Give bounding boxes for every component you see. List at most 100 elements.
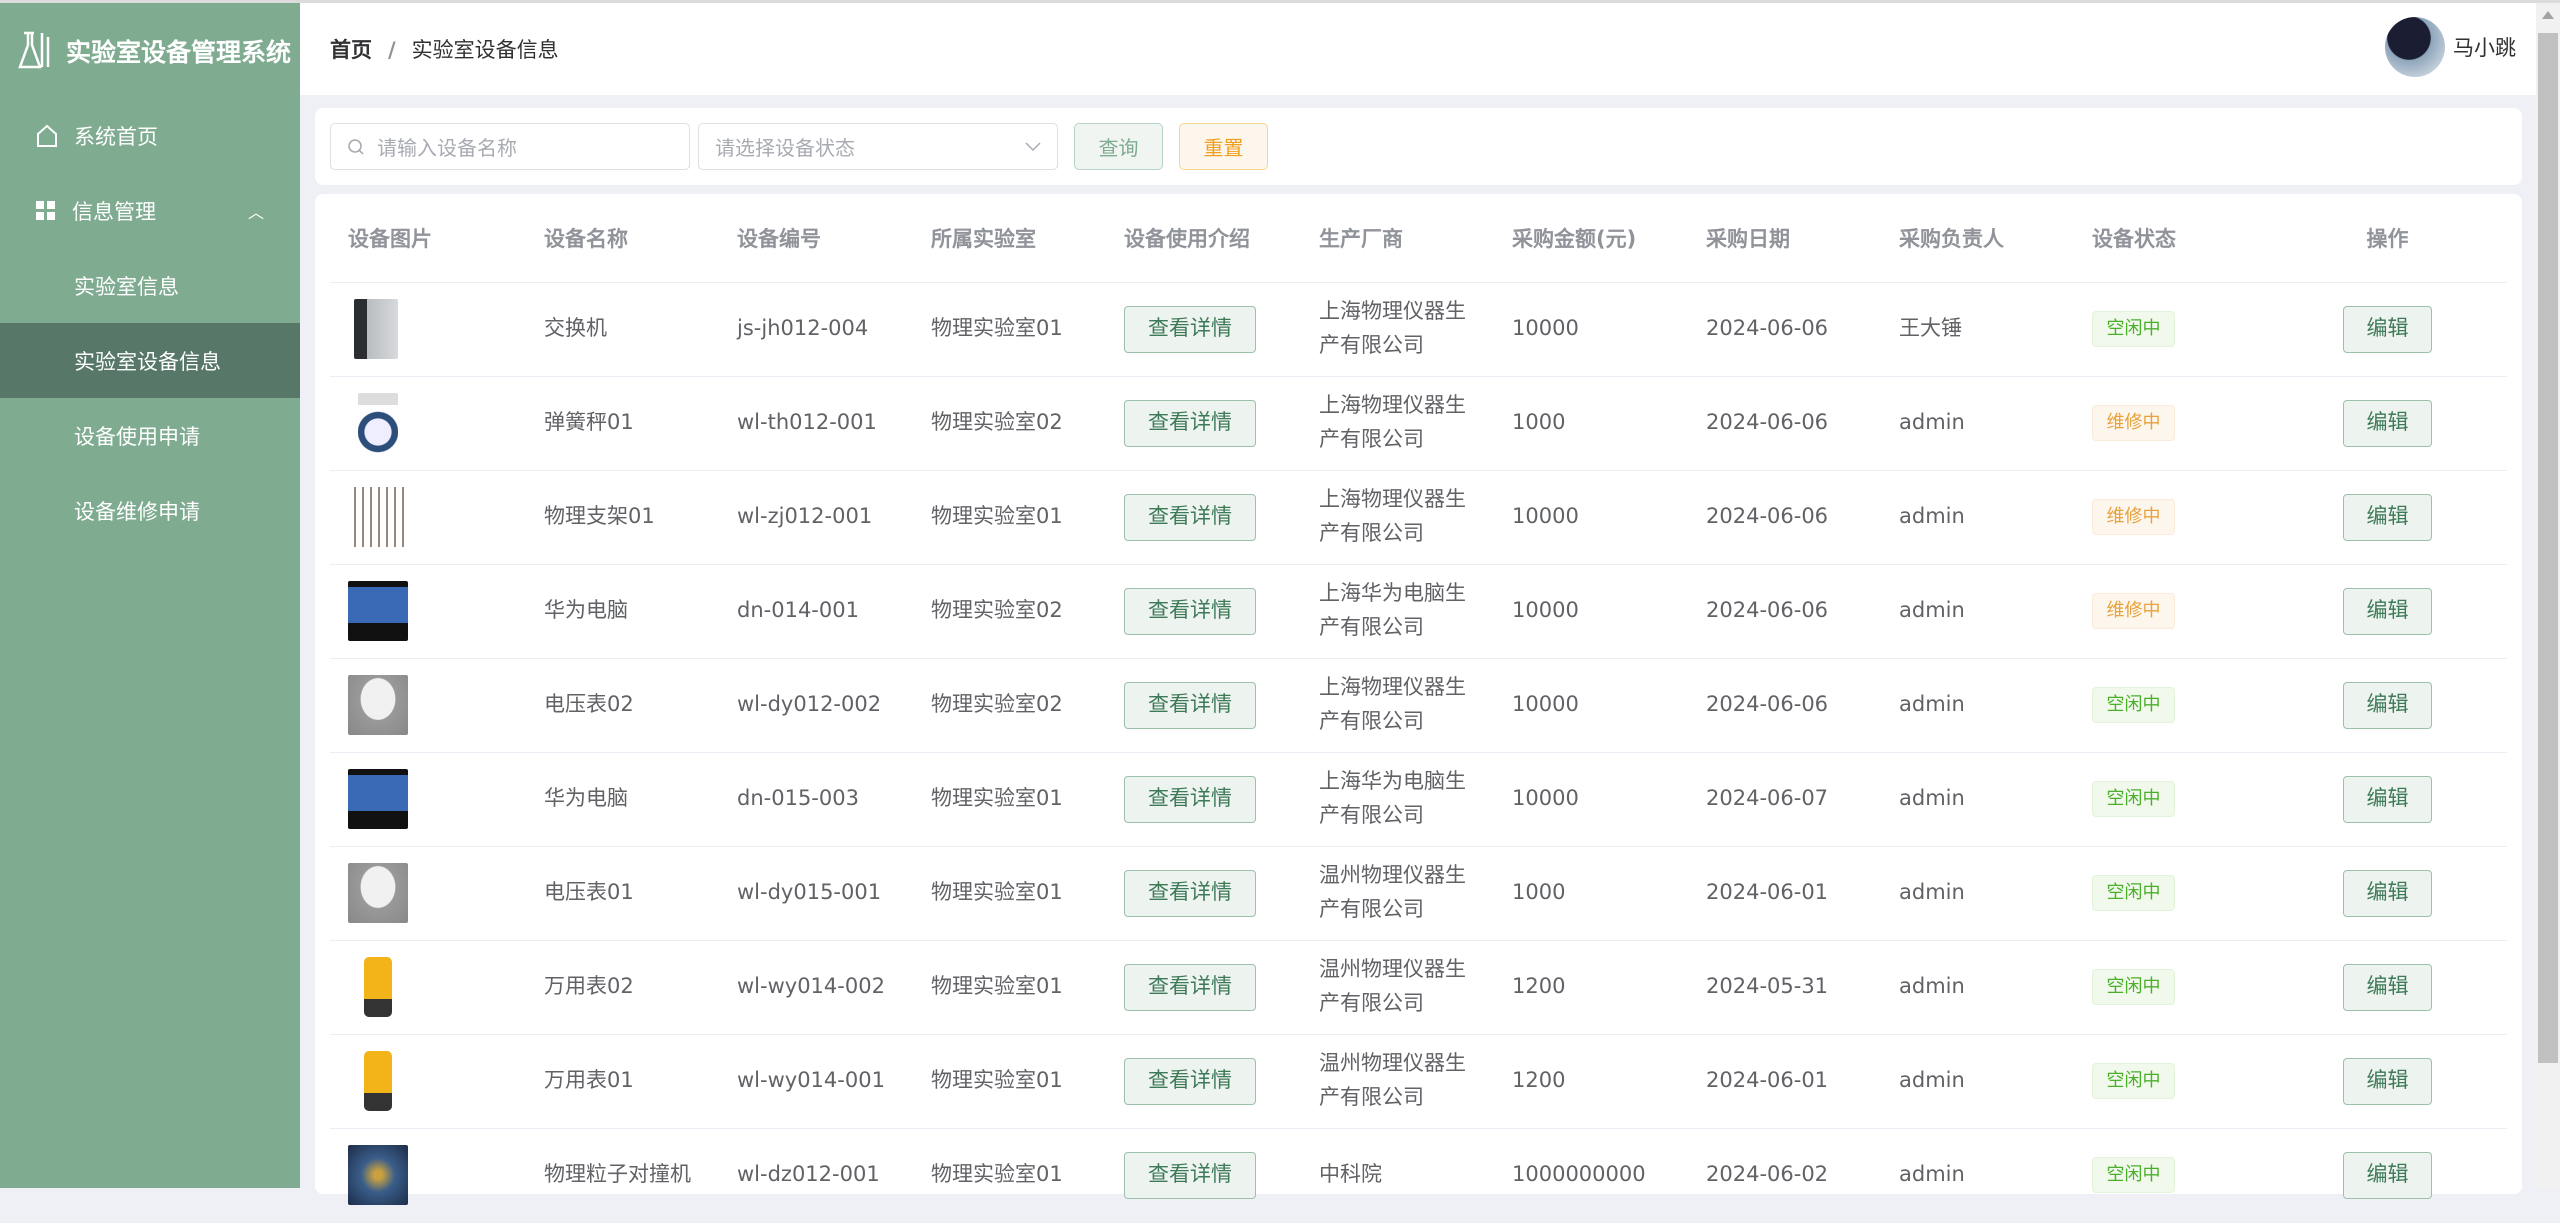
scrollbar-thumb[interactable] — [2538, 33, 2558, 1063]
edit-button[interactable]: 编辑 — [2343, 682, 2432, 729]
purchase-price: 10000 — [1494, 752, 1688, 846]
equipment-code: wl-th012-001 — [719, 376, 913, 470]
edit-button[interactable]: 编辑 — [2343, 964, 2432, 1011]
equipment-image[interactable] — [354, 299, 398, 359]
view-details-button[interactable]: 查看详情 — [1124, 682, 1256, 729]
equipment-maker: 温州物理仪器生产有限公司 — [1301, 1034, 1494, 1128]
equipment-name: 电压表02 — [526, 658, 719, 752]
equipment-image[interactable] — [348, 769, 408, 829]
sidebar-item-info-management[interactable]: 信息管理 ︿ — [0, 173, 300, 248]
table-row: 电压表01wl-dy015-001物理实验室01查看详情温州物理仪器生产有限公司… — [330, 846, 2507, 940]
view-details-button[interactable]: 查看详情 — [1124, 964, 1256, 1011]
edit-button[interactable]: 编辑 — [2343, 306, 2432, 353]
actions-cell: 编辑 — [2268, 846, 2507, 940]
top-header: 首页/实验室设备信息 马小跳 — [300, 3, 2536, 95]
view-details-button[interactable]: 查看详情 — [1124, 1152, 1256, 1199]
view-details-button[interactable]: 查看详情 — [1124, 776, 1256, 823]
sidebar-item-equipment-repair-request[interactable]: 设备维修申请 — [0, 473, 300, 548]
edit-button[interactable]: 编辑 — [2343, 400, 2432, 447]
avatar[interactable] — [2385, 17, 2445, 77]
actions-cell: 编辑 — [2268, 1128, 2507, 1222]
purchase-price: 10000 — [1494, 470, 1688, 564]
equipment-image[interactable] — [348, 487, 408, 547]
status-cell: 空闲中 — [2074, 282, 2268, 376]
usage-intro-cell: 查看详情 — [1106, 1034, 1301, 1128]
edit-button[interactable]: 编辑 — [2343, 494, 2432, 541]
column-header: 采购日期 — [1688, 194, 1881, 282]
view-details-button[interactable]: 查看详情 — [1124, 1058, 1256, 1105]
column-header: 采购金额(元) — [1494, 194, 1688, 282]
actions-cell: 编辑 — [2268, 752, 2507, 846]
status-cell: 维修中 — [2074, 564, 2268, 658]
sidebar-item-lab-equipment-info[interactable]: 实验室设备信息 — [0, 323, 300, 398]
equipment-maker: 上海华为电脑生产有限公司 — [1301, 564, 1494, 658]
equipment-image-cell — [330, 752, 526, 846]
equipment-image-cell — [330, 1034, 526, 1128]
sidebar-item-lab-info[interactable]: 实验室信息 — [0, 248, 300, 323]
equipment-name-input[interactable]: 请输入设备名称 — [330, 123, 690, 170]
equipment-code: wl-dy012-002 — [719, 658, 913, 752]
sidebar-item-label: 设备维修申请 — [74, 496, 200, 526]
equipment-status-select[interactable]: 请选择设备状态 — [698, 123, 1058, 170]
view-details-button[interactable]: 查看详情 — [1124, 494, 1256, 541]
sidebar-item-home[interactable]: 系统首页 — [0, 98, 300, 173]
equipment-image[interactable] — [348, 581, 408, 641]
equipment-lab: 物理实验室01 — [913, 1034, 1106, 1128]
equipment-maker: 上海华为电脑生产有限公司 — [1301, 752, 1494, 846]
purchase-date: 2024-06-06 — [1688, 376, 1881, 470]
sidebar-item-equipment-usage-request[interactable]: 设备使用申请 — [0, 398, 300, 473]
usage-intro-cell: 查看详情 — [1106, 658, 1301, 752]
edit-button[interactable]: 编辑 — [2343, 1058, 2432, 1105]
edit-button[interactable]: 编辑 — [2343, 776, 2432, 823]
status-cell: 空闲中 — [2074, 658, 2268, 752]
edit-button[interactable]: 编辑 — [2343, 588, 2432, 635]
view-details-button[interactable]: 查看详情 — [1124, 306, 1256, 353]
column-header: 设备图片 — [330, 194, 526, 282]
equipment-image[interactable] — [348, 1145, 408, 1205]
purchase-manager: admin — [1881, 658, 2074, 752]
equipment-lab: 物理实验室01 — [913, 282, 1106, 376]
equipment-image[interactable] — [358, 393, 398, 453]
table-row: 物理粒子对撞机wl-dz012-001物理实验室01查看详情中科院1000000… — [330, 1128, 2507, 1222]
vertical-scrollbar[interactable] — [2536, 3, 2560, 1188]
equipment-image[interactable] — [364, 957, 392, 1017]
purchase-price: 10000 — [1494, 658, 1688, 752]
equipment-name: 电压表01 — [526, 846, 719, 940]
breadcrumb-home[interactable]: 首页 — [330, 38, 372, 62]
reset-button[interactable]: 重置 — [1179, 123, 1268, 170]
equipment-code: wl-wy014-001 — [719, 1034, 913, 1128]
view-details-button[interactable]: 查看详情 — [1124, 588, 1256, 635]
edit-button[interactable]: 编辑 — [2343, 870, 2432, 917]
equipment-maker: 温州物理仪器生产有限公司 — [1301, 940, 1494, 1034]
purchase-price: 1200 — [1494, 940, 1688, 1034]
scroll-up-arrow-icon[interactable] — [2542, 11, 2554, 19]
equipment-image[interactable] — [364, 1051, 392, 1111]
equipment-maker: 上海物理仪器生产有限公司 — [1301, 470, 1494, 564]
sidebar-item-label: 信息管理 — [72, 196, 156, 226]
flask-icon — [18, 31, 54, 71]
actions-cell: 编辑 — [2268, 376, 2507, 470]
equipment-lab: 物理实验室02 — [913, 376, 1106, 470]
table-row: 物理支架01wl-zj012-001物理实验室01查看详情上海物理仪器生产有限公… — [330, 470, 2507, 564]
app-title: 实验室设备管理系统 — [66, 33, 291, 69]
equipment-lab: 物理实验室01 — [913, 1128, 1106, 1222]
chevron-up-icon: ︿ — [248, 199, 264, 223]
status-badge: 空闲中 — [2092, 687, 2175, 723]
equipment-image[interactable] — [348, 675, 408, 735]
status-badge: 维修中 — [2092, 593, 2175, 629]
purchase-date: 2024-06-01 — [1688, 846, 1881, 940]
equipment-image[interactable] — [348, 863, 408, 923]
user-name: 马小跳 — [2453, 32, 2516, 62]
equipment-code: wl-wy014-002 — [719, 940, 913, 1034]
sidebar: 实验室设备管理系统 系统首页 信息管理 ︿ 实验室信息 实验室设备信息 设备使用… — [0, 3, 300, 1188]
equipment-image-cell — [330, 940, 526, 1034]
user-menu[interactable]: 马小跳 — [2385, 17, 2516, 77]
equipment-name: 万用表01 — [526, 1034, 719, 1128]
search-icon — [347, 138, 365, 156]
view-details-button[interactable]: 查看详情 — [1124, 870, 1256, 917]
table-row: 电压表02wl-dy012-002物理实验室02查看详情上海物理仪器生产有限公司… — [330, 658, 2507, 752]
edit-button[interactable]: 编辑 — [2343, 1152, 2432, 1199]
view-details-button[interactable]: 查看详情 — [1124, 400, 1256, 447]
table-header-row: 设备图片设备名称设备编号所属实验室设备使用介绍生产厂商采购金额(元)采购日期采购… — [330, 194, 2507, 282]
query-button[interactable]: 查询 — [1074, 123, 1163, 170]
